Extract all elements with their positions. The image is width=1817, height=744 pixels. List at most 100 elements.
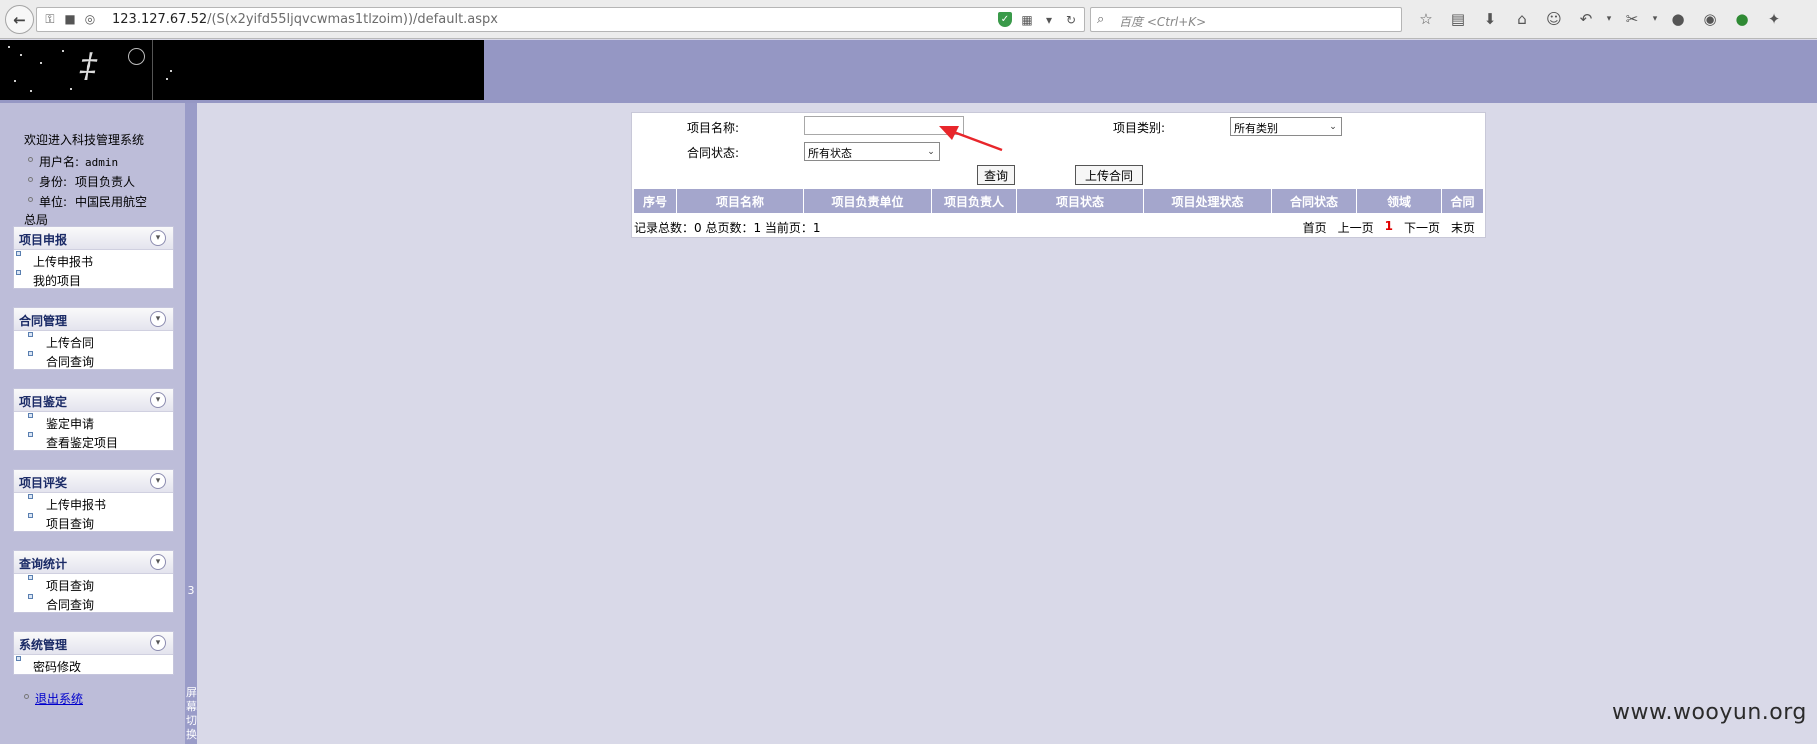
bullet-square-icon — [28, 594, 33, 599]
collapse-icon[interactable]: ▾ — [150, 554, 166, 570]
panel-header[interactable]: 项目评奖 ▾ — [14, 470, 173, 493]
bullet-square-icon — [28, 575, 33, 580]
qr-code-icon[interactable]: ▦ — [1020, 13, 1034, 27]
download-icon[interactable]: ⬇ — [1474, 8, 1506, 30]
sidebar-item-my-projects[interactable]: 我的项目 — [14, 269, 173, 288]
chat-icon[interactable]: ● — [1662, 8, 1694, 30]
results-table-header: 序号 项目名称 项目负责单位 项目负责人 项目状态 项目处理状态 合同状态 领域… — [634, 189, 1483, 213]
sidebar-item-upload-award-proposal[interactable]: 上传申报书 — [14, 493, 173, 512]
reading-list-icon[interactable]: ▤ — [1442, 8, 1474, 30]
emoji-icon[interactable]: ☺ — [1538, 8, 1570, 30]
dropdown-icon[interactable]: ▾ — [1042, 13, 1056, 27]
logout-link[interactable]: 退出系统 — [24, 690, 83, 707]
bullet-square-icon — [28, 413, 33, 418]
back-button[interactable]: ← — [5, 5, 34, 34]
bullet-square-icon — [16, 656, 21, 661]
panel-header[interactable]: 查询统计 ▾ — [14, 551, 173, 574]
bullet-square-icon — [28, 332, 33, 337]
shield-icon[interactable]: ✓ — [998, 12, 1012, 27]
sidebar-item-appraisal-request[interactable]: 鉴定申请 — [14, 412, 173, 431]
bullet-square-icon — [16, 251, 21, 256]
sidebar-item-change-password[interactable]: 密码修改 — [14, 655, 173, 674]
bullet-square-icon — [28, 513, 33, 518]
column-header: 合同 — [1442, 189, 1483, 213]
bookmark-star-icon[interactable]: ☆ — [1410, 8, 1442, 30]
green-circle-icon[interactable]: ● — [1726, 8, 1758, 30]
banner-logo-glyph: ‡ — [80, 46, 97, 86]
folder-icon[interactable]: ■ — [63, 12, 77, 26]
page-banner: ‡ — [0, 40, 1817, 103]
chat2-icon[interactable]: ◉ — [1694, 8, 1726, 30]
welcome-text: 欢迎进入科技管理系统 — [24, 133, 145, 147]
banner-image: ‡ — [0, 40, 484, 100]
collapse-icon[interactable]: ▾ — [150, 473, 166, 489]
bullet-square-icon — [28, 432, 33, 437]
contract-status-select[interactable]: 所有状态 ⌄ — [804, 142, 940, 161]
bullet-square-icon — [16, 270, 21, 275]
column-header: 合同状态 — [1272, 189, 1357, 213]
collapse-icon[interactable]: ▾ — [150, 635, 166, 651]
sidebar-item-project-query[interactable]: 项目查询 — [14, 574, 173, 593]
sidebar-item-view-appraisals[interactable]: 查看鉴定项目 — [14, 431, 173, 450]
project-name-label: 项目名称: — [687, 121, 740, 135]
screen-switch-char: 切 — [186, 714, 197, 727]
back-arrow-icon: ← — [13, 10, 26, 29]
column-header: 项目负责单位 — [804, 189, 932, 213]
prev-page-link[interactable]: 上一页 — [1338, 219, 1374, 236]
site-info-icon[interactable]: ◎ — [83, 12, 97, 26]
collapse-icon[interactable]: ▾ — [150, 230, 166, 246]
column-header: 序号 — [634, 189, 677, 213]
sidebar-item-award-project-query[interactable]: 项目查询 — [14, 512, 173, 531]
panel-system-management: 系统管理 ▾ 密码修改 — [13, 631, 174, 675]
url-text[interactable]: 123.127.67.52/(S(x2yifd55ljqvcwmas1tlzoi… — [112, 12, 498, 27]
query-form: 项目名称: 项目类别: 所有类别 ⌄ 合同状态: 所有状态 ⌄ 查询 上传合同 … — [631, 112, 1486, 238]
address-bar[interactable]: ⚿ ■ ◎ 123.127.67.52/(S(x2yifd55ljqvcwmas… — [36, 7, 1085, 32]
collapse-icon[interactable]: ▾ — [150, 392, 166, 408]
undo-icon[interactable]: ↶ — [1570, 8, 1602, 30]
sidebar-item-stats-contract-query[interactable]: 合同查询 — [14, 593, 173, 612]
extension-icon[interactable]: ✦ — [1758, 8, 1790, 30]
sidebar-item-upload-proposal[interactable]: 上传申报书 — [14, 250, 173, 269]
search-icon: ⌕ — [1097, 12, 1105, 27]
undo-dropdown-icon[interactable]: ▾ — [1602, 8, 1616, 30]
sidebar-item-contract-query[interactable]: 合同查询 — [14, 350, 173, 369]
home-icon[interactable]: ⌂ — [1506, 8, 1538, 30]
next-page-link[interactable]: 下一页 — [1404, 219, 1440, 236]
column-header: 项目状态 — [1017, 189, 1144, 213]
panel-header[interactable]: 合同管理 ▾ — [14, 308, 173, 331]
search-bar[interactable]: ⌕ 百度 <Ctrl+K> — [1090, 7, 1402, 32]
crop-icon[interactable]: ✂ — [1616, 8, 1648, 30]
panel-project-appraisal: 项目鉴定 ▾ 鉴定申请 查看鉴定项目 — [13, 388, 174, 451]
bullet-icon — [28, 177, 33, 182]
query-button[interactable]: 查询 — [977, 165, 1015, 185]
column-header: 项目负责人 — [932, 189, 1017, 213]
crop-dropdown-icon[interactable]: ▾ — [1648, 8, 1662, 30]
annotation-arrow-icon — [939, 126, 1003, 152]
current-page: 1 — [1384, 219, 1393, 233]
key-icon[interactable]: ⚿ — [43, 12, 57, 26]
reload-icon[interactable]: ↻ — [1064, 13, 1078, 27]
sidebar-toggle-strip[interactable]: 3 屏 幕 切 换 — [185, 103, 197, 744]
pager: 首页 上一页 1 下一页 末页 — [1303, 219, 1475, 236]
first-page-link[interactable]: 首页 — [1303, 219, 1327, 236]
sidebar-item-upload-contract[interactable]: 上传合同 — [14, 331, 173, 350]
watermark: www.wooyun.org — [1612, 700, 1807, 725]
bullet-square-icon — [28, 494, 33, 499]
bullet-square-icon — [28, 351, 33, 356]
record-summary: 记录总数：0 总页数：1 当前页：1 — [634, 221, 821, 235]
upload-contract-button[interactable]: 上传合同 — [1075, 165, 1143, 185]
contract-status-label: 合同状态: — [687, 146, 740, 160]
bullet-icon — [28, 157, 33, 162]
bullet-icon — [28, 197, 33, 202]
project-type-select[interactable]: 所有类别 ⌄ — [1230, 117, 1342, 136]
panel-header[interactable]: 项目申报 ▾ — [14, 227, 173, 250]
browser-toolbar: ← ⚿ ■ ◎ 123.127.67.52/(S(x2yifd55ljqvcwm… — [0, 0, 1817, 39]
panel-header[interactable]: 项目鉴定 ▾ — [14, 389, 173, 412]
column-header: 领域 — [1357, 189, 1442, 213]
screen-switch-char: 换 — [186, 728, 197, 741]
project-type-label: 项目类别: — [1113, 121, 1166, 135]
last-page-link[interactable]: 末页 — [1451, 219, 1475, 236]
panel-header[interactable]: 系统管理 ▾ — [14, 632, 173, 655]
chevron-down-icon: ⌄ — [1329, 121, 1337, 132]
collapse-icon[interactable]: ▾ — [150, 311, 166, 327]
